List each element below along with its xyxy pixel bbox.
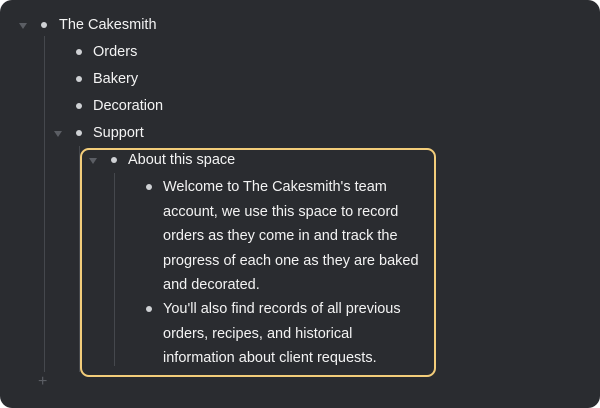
bullet-icon[interactable]: [41, 22, 47, 28]
note-line: orders as they come in and track the: [163, 228, 398, 244]
note-line: progress of each one as they are baked: [163, 252, 419, 269]
node-title-decoration[interactable]: Decoration: [93, 95, 163, 117]
add-node-button[interactable]: +: [38, 372, 47, 392]
note-line: You'll also find records of all previous: [163, 301, 401, 317]
note-line: orders, recipes, and historical: [163, 325, 353, 342]
note-line: information about client requests.: [163, 350, 377, 366]
bullet-icon[interactable]: [76, 76, 82, 82]
node-title-support[interactable]: Support: [93, 122, 144, 144]
bullet-icon[interactable]: [76, 49, 82, 55]
node-title-root[interactable]: The Cakesmith: [59, 14, 157, 36]
note-text[interactable]: You'll also find records of all previous…: [163, 297, 401, 371]
outline-panel: The Cakesmith Orders Bakery Decoration S…: [0, 0, 600, 408]
collapse-toggle-icon[interactable]: [19, 23, 27, 29]
bullet-icon[interactable]: [146, 184, 152, 190]
node-title-about[interactable]: About this space: [128, 149, 235, 171]
note-line: and decorated.: [163, 277, 260, 293]
bullet-icon[interactable]: [111, 157, 117, 163]
bullet-icon[interactable]: [76, 103, 82, 109]
bullet-icon[interactable]: [146, 306, 152, 312]
collapse-toggle-icon[interactable]: [89, 158, 97, 164]
node-title-bakery[interactable]: Bakery: [93, 68, 138, 90]
indent-guide-root: [44, 36, 45, 372]
note-line: account, we use this space to record: [163, 203, 399, 220]
bullet-icon[interactable]: [76, 130, 82, 136]
note-line: Welcome to The Cakesmith's team: [163, 179, 387, 195]
node-title-orders[interactable]: Orders: [93, 41, 137, 63]
note-text[interactable]: Welcome to The Cakesmith's team account,…: [163, 175, 419, 298]
collapse-toggle-icon[interactable]: [54, 131, 62, 137]
